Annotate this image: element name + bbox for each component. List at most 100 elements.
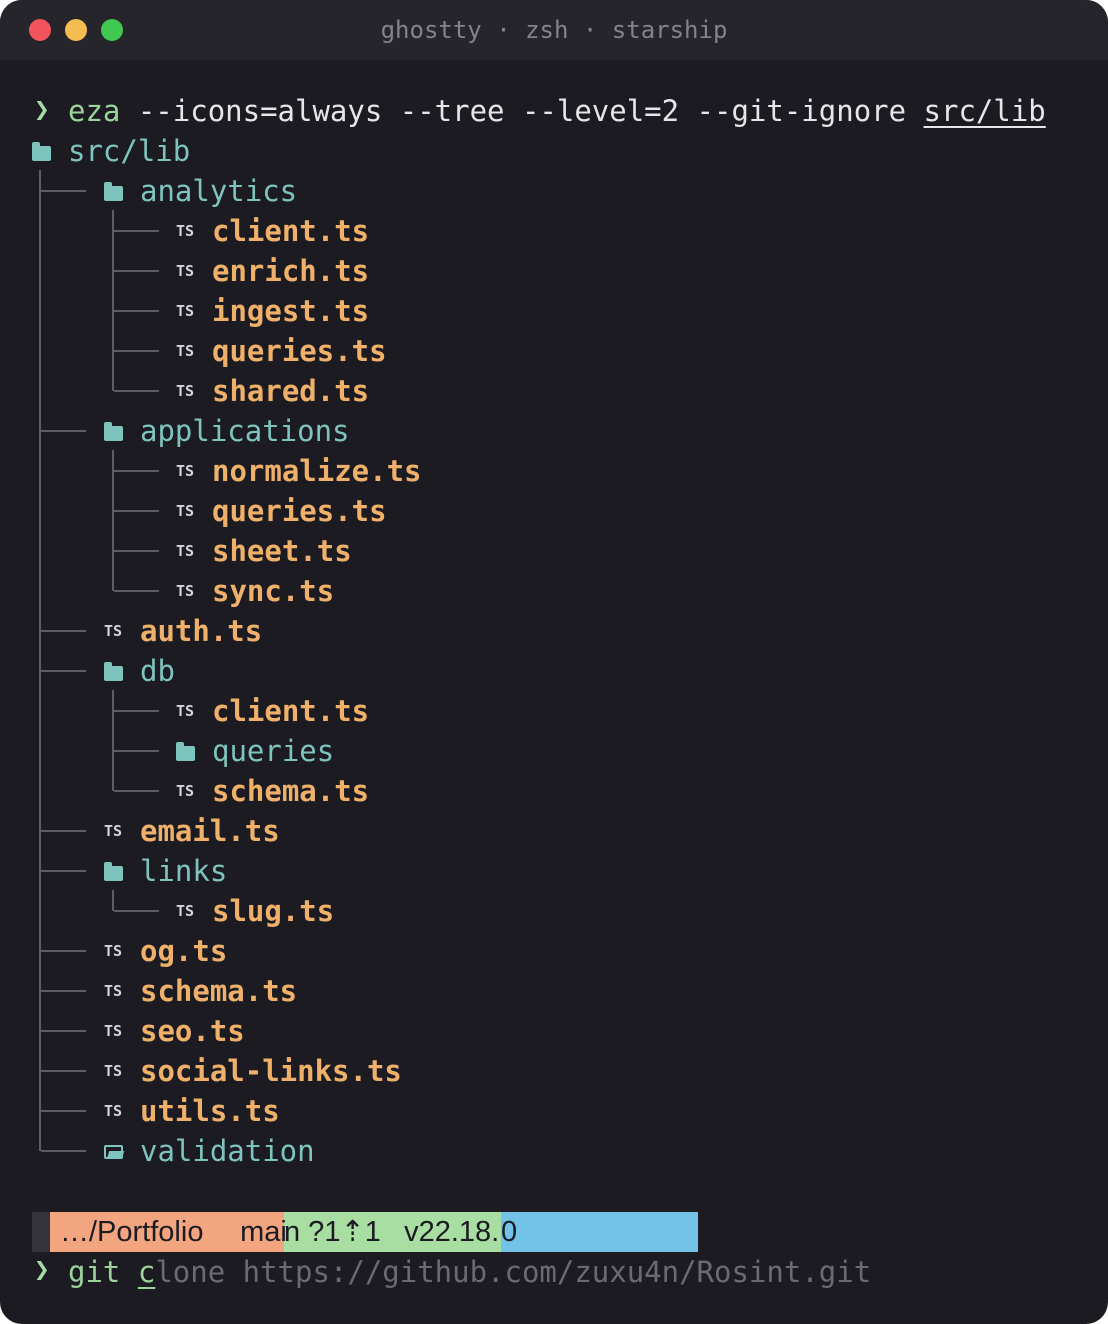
tree-file-name: utils.ts [140, 1094, 280, 1128]
command-input[interactable]: git clone https://github.com/zuxu4n/Rosi… [68, 1252, 871, 1292]
tree-directory-name: queries [212, 734, 335, 768]
tree-directory-name: links [140, 854, 228, 888]
terminal-window: ghostty · zsh · starship ❯ eza --icons=a… [0, 0, 1108, 1324]
command-line[interactable]: eza --icons=always --tree --level=2 --gi… [68, 91, 1046, 131]
tree-file-name: auth.ts [140, 614, 263, 648]
typescript-icon: TS [176, 262, 195, 280]
tree-connector [114, 270, 159, 272]
tree-file-name: slug.ts [212, 894, 335, 928]
folder-icon [104, 662, 123, 681]
tree-file-name: og.ts [140, 934, 228, 968]
tree-branch-line [112, 690, 114, 791]
typescript-icon: TS [176, 342, 195, 360]
tree-connector [41, 1110, 86, 1112]
tree-file-name: client.ts [212, 694, 370, 728]
tree-file-name: normalize.ts [212, 454, 422, 488]
status-git: n ?1⇡1 [284, 1216, 381, 1248]
tree-connector [114, 470, 159, 472]
status-directory: …/Portfolio [60, 1216, 204, 1248]
folder-icon [176, 742, 195, 761]
folder-icon [104, 422, 123, 441]
tree-directory-name: analytics [140, 174, 298, 208]
tree-connector [41, 1030, 86, 1032]
tree-file-name: sheet.ts [212, 534, 352, 568]
typescript-icon: TS [104, 1102, 123, 1120]
tree-trunk-line [39, 170, 41, 1151]
tree-connector [114, 310, 159, 312]
text-cursor: c [137, 1255, 156, 1289]
typescript-icon: TS [176, 782, 195, 800]
command-name: eza [68, 94, 121, 128]
prompt-icon: ❯ [34, 95, 50, 125]
typescript-icon: TS [176, 582, 195, 600]
tree-root: src/lib [68, 134, 191, 168]
typescript-icon: TS [104, 1062, 123, 1080]
prompt-icon: ❯ [34, 1255, 50, 1285]
typescript-icon: TS [104, 822, 123, 840]
tree-directory-name: validation [140, 1134, 315, 1168]
window-title: ghostty · zsh · starship [380, 16, 728, 44]
folder-icon [32, 142, 51, 161]
title-bar: ghostty · zsh · starship [0, 0, 1108, 60]
tree-connector [41, 430, 86, 432]
typed-command: git [68, 1255, 138, 1289]
typescript-icon: TS [176, 502, 195, 520]
tree-directory-name: applications [140, 414, 350, 448]
tree-branch-line [112, 210, 114, 391]
status-node-tail: 0 [501, 1216, 518, 1248]
tree-file-name: enrich.ts [212, 254, 370, 288]
tree-connector [114, 590, 159, 592]
typescript-icon: TS [104, 1022, 123, 1040]
typescript-icon: TS [104, 622, 123, 640]
tree-connector [41, 990, 86, 992]
tree-file-name: queries.ts [212, 494, 387, 528]
typescript-icon: TS [176, 902, 195, 920]
typescript-icon: TS [176, 702, 195, 720]
tree-file-name: email.ts [140, 814, 280, 848]
tree-file-name: sync.ts [212, 574, 335, 608]
tree-file-name: seo.ts [140, 1014, 245, 1048]
tree-connector [41, 1070, 86, 1072]
tree-connector [41, 1150, 86, 1152]
typescript-icon: TS [176, 542, 195, 560]
typescript-icon: TS [104, 942, 123, 960]
tree-connector [41, 830, 86, 832]
tree-connector [114, 390, 159, 392]
tree-connector [114, 710, 159, 712]
tree-connector [114, 910, 159, 912]
tree-branch-line [112, 890, 114, 911]
typescript-icon: TS [176, 222, 195, 240]
autosuggestion: lone https://github.com/zuxu4n/Rosint.gi… [155, 1255, 872, 1289]
tree-file-name: social-links.ts [140, 1054, 402, 1088]
tree-file-name: shared.ts [212, 374, 370, 408]
status-segment-os [32, 1212, 50, 1252]
tree-file-name: schema.ts [140, 974, 298, 1008]
typescript-icon: TS [176, 302, 195, 320]
tree-connector [114, 550, 159, 552]
command-path: src/lib [923, 94, 1046, 128]
tree-file-name: client.ts [212, 214, 370, 248]
tree-directory-name: db [140, 654, 175, 688]
tree-file-name: schema.ts [212, 774, 370, 808]
typescript-icon: TS [176, 382, 195, 400]
status-node-lead: v22.18. [388, 1216, 500, 1248]
folder-open-icon [104, 1145, 123, 1159]
status-branch-lead: mai [224, 1216, 287, 1248]
typescript-icon: TS [176, 462, 195, 480]
folder-icon [104, 182, 123, 201]
tree-connector [114, 790, 159, 792]
tree-connector [114, 350, 159, 352]
typescript-icon: TS [104, 982, 123, 1000]
tree-connector [41, 670, 86, 672]
folder-icon [104, 862, 123, 881]
tree-connector [114, 750, 159, 752]
command-args: --icons=always --tree --level=2 --git-ig… [120, 94, 924, 128]
tree-connector [114, 510, 159, 512]
tree-connector [41, 870, 86, 872]
tree-file-name: queries.ts [212, 334, 387, 368]
status-segment-node: 0 [501, 1212, 698, 1252]
tree-file-name: ingest.ts [212, 294, 370, 328]
tree-connector [114, 230, 159, 232]
tree-connector [41, 950, 86, 952]
tree-connector [41, 630, 86, 632]
